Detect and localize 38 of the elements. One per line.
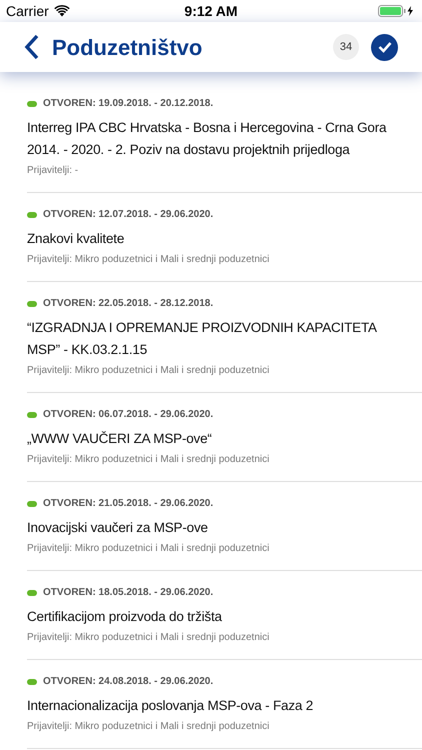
carrier-label: Carrier <box>6 2 49 20</box>
status-dates: OTVOREN: 19.09.2018. - 20.12.2018. <box>43 97 214 111</box>
list-item[interactable]: OTVOREN: 18.05.2018. - 29.06.2020. Certifikacijom proizvoda do tržišta Prijavitelji: Mikro poduzetnici i Mali i srednji poduzetnici <box>27 585 422 660</box>
item-title: „WWW VAUČERI ZA MSP-ove“ <box>27 430 213 448</box>
status-dates: OTVOREN: 06.07.2018. - 29.06.2020. <box>43 408 214 422</box>
clock-time: 9:12 AM <box>184 2 238 20</box>
applicants-text: Prijavitelji: Mikro poduzetnici i Mali i srednji poduzetnici <box>27 364 270 378</box>
list-item[interactable]: OTVOREN: 06.07.2018. - 29.06.2020. „WWW VAUČERI ZA MSP-ove“ Prijavitelji: Mikro poduzetnici i Mali i srednji poduzetnici <box>27 407 422 482</box>
battery-icon <box>378 5 416 17</box>
back-button[interactable] <box>24 34 40 60</box>
applicants-text: Prijavitelji: Mikro poduzetnici i Mali i srednji poduzetnici <box>27 720 270 734</box>
item-title: Interreg IPA CBC Hrvatska - Bosna i Hercegovina - Crna Gora 2014. - 2020. - 2. Poziv na dostavu projektnih prijedloga <box>27 119 388 159</box>
applicants-text: Prijavitelji: Mikro poduzetnici i Mali i srednji poduzetnici <box>27 542 270 556</box>
list-item[interactable]: OTVOREN: 12.07.2018. - 29.06.2020. Znakovi kvalitete Prijavitelji: Mikro poduzetnici i Mali i srednji poduzetnici <box>27 207 422 282</box>
applicants-text: Prijavitelji: - <box>27 164 80 178</box>
checkmark-icon <box>378 41 392 53</box>
list-item[interactable]: OTVOREN: 21.05.2018. - 29.06.2020. Inovacijski vaučeri za MSP-ove Prijavitelji: Mikro poduzetnici i Mali i srednji poduzetnici <box>27 496 422 571</box>
list-item[interactable]: OTVOREN: 24.08.2018. - 29.06.2020. Internacionalizacija poslovanja MSP-ova - Faza 2 Prijavitelji: Mikro poduzetnici i Mali i srednji poduzetnici <box>27 674 422 749</box>
page-title: Poduzetništvo <box>52 34 204 62</box>
status-dates: OTVOREN: 22.05.2018. - 28.12.2018. <box>43 297 214 311</box>
item-title: “IZGRADNJA I OPREMANJE PROIZVODNIH KAPACITETA MSP” - KK.03.2.1.15 <box>27 319 378 359</box>
applicants-text: Prijavitelji: Mikro poduzetnici i Mali i srednji poduzetnici <box>27 631 270 645</box>
applicants-text: Prijavitelji: Mikro poduzetnici i Mali i srednji poduzetnici <box>27 453 270 467</box>
back-chevron-icon <box>24 34 40 60</box>
item-title: Inovacijski vaučeri za MSP-ove <box>27 519 209 537</box>
applicants-text: Prijavitelji: Mikro poduzetnici i Mali i srednji poduzetnici <box>27 253 270 267</box>
status-dates: OTVOREN: 21.05.2018. - 29.06.2020. <box>43 497 214 511</box>
list-item[interactable]: OTVOREN: 19.09.2018. - 20.12.2018. Interreg IPA CBC Hrvatska - Bosna i Hercegovina - Crna Gora 2014. - 2020. - 2. Poziv na dostavu projektnih prijedloga Prijavitelji: - <box>27 96 422 193</box>
status-dates: OTVOREN: 24.08.2018. - 29.06.2020. <box>43 675 214 689</box>
item-title: Internacionalizacija poslovanja MSP-ova - Faza 2 <box>27 697 314 715</box>
list-item[interactable]: OTVOREN: 22.05.2018. - 28.12.2018. “IZGRADNJA I OPREMANJE PROIZVODNIH KAPACITETA MSP” - KK.03.2.1.15 Prijavitelji: Mikro poduzetnici i Mali i srednji poduzetnici <box>27 296 422 393</box>
item-title: Certifikacijom proizvoda do tržišta <box>27 608 223 626</box>
item-title: Znakovi kvalitete <box>27 230 126 248</box>
status-dates: OTVOREN: 12.07.2018. - 29.06.2020. <box>43 208 214 222</box>
status-dates: OTVOREN: 18.05.2018. - 29.06.2020. <box>43 586 214 600</box>
wifi-icon <box>54 5 70 17</box>
count-badge: 34 <box>333 34 359 60</box>
confirm-button[interactable] <box>371 34 398 60</box>
